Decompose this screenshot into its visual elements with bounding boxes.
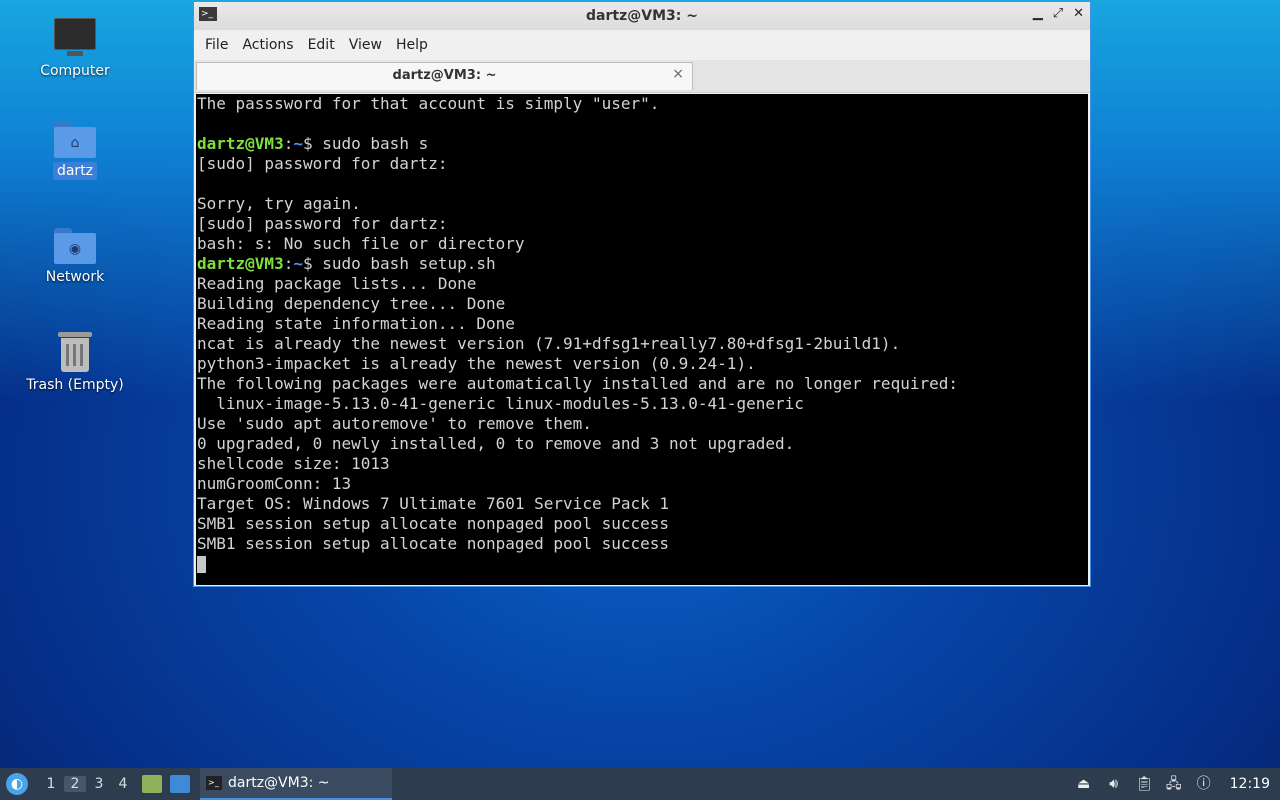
- terminal-line: linux-image-5.13.0-41-generic linux-modu…: [197, 394, 804, 413]
- menubar: File Actions Edit View Help: [194, 30, 1090, 60]
- menu-edit[interactable]: Edit: [301, 37, 342, 53]
- clipboard-icon[interactable]: 📋︎: [1136, 776, 1154, 792]
- update-notifier-icon[interactable]: ⓘ: [1196, 776, 1212, 792]
- terminal-line: python3-impacket is already the newest v…: [197, 354, 756, 373]
- command-text: $ sudo bash s: [302, 134, 429, 153]
- terminal-line: Reading state information... Done: [197, 314, 515, 333]
- desktop-icon-trash[interactable]: Trash (Empty): [20, 332, 130, 394]
- task-label: dartz@VM3: ~: [228, 775, 330, 791]
- eject-icon[interactable]: ⏏: [1076, 776, 1092, 792]
- desktop-icon-home[interactable]: ⌂ dartz: [20, 122, 130, 180]
- terminal-line: dartz@VM3:~$ sudo bash setup.sh: [196, 254, 1088, 274]
- terminal-line: Sorry, try again.: [197, 194, 361, 213]
- prompt-separator: :: [283, 134, 294, 153]
- prompt-path: ~: [293, 254, 303, 273]
- taskbar: ◐ 1 2 3 4 >_ dartz@VM3: ~ ⏏ 🔊︎ 📋︎ 🖧 ⓘ 12…: [0, 768, 1280, 800]
- prompt-user: dartz@VM3: [197, 134, 284, 153]
- terminal-task-icon: >_: [206, 776, 222, 790]
- tab-close-icon[interactable]: ×: [672, 66, 684, 82]
- terminal-line: Use 'sudo apt autoremove' to remove them…: [197, 414, 592, 433]
- prompt-separator: :: [283, 254, 294, 273]
- terminal-line: Building dependency tree... Done: [197, 294, 506, 313]
- network-icon[interactable]: 🖧: [1166, 776, 1182, 792]
- terminal-line: [sudo] password for dartz:: [197, 154, 448, 173]
- home-folder-icon: ⌂: [54, 122, 96, 158]
- window-title: dartz@VM3: ~: [586, 8, 698, 24]
- terminal-line: Reading package lists... Done: [197, 274, 477, 293]
- computer-icon: [54, 18, 96, 56]
- taskbar-task-terminal[interactable]: >_ dartz@VM3: ~: [200, 768, 392, 800]
- workspace-1[interactable]: 1: [40, 776, 62, 792]
- tab-label: dartz@VM3: ~: [392, 68, 497, 83]
- desktop-icon-label: Trash (Empty): [26, 377, 124, 393]
- minimize-button[interactable]: ▁: [1033, 6, 1043, 21]
- desktop-icon-label: dartz: [52, 162, 98, 180]
- desktop-icon-network[interactable]: ◉ Network: [20, 228, 130, 286]
- terminal-line: The following packages were automaticall…: [197, 374, 958, 393]
- terminal-line: dartz@VM3:~$ sudo bash s: [196, 134, 1088, 154]
- terminal-cursor: [197, 556, 206, 573]
- start-menu-icon[interactable]: ◐: [6, 773, 28, 795]
- terminal-line: SMB1 session setup allocate nonpaged poo…: [197, 514, 670, 533]
- workspace-3[interactable]: 3: [88, 776, 110, 792]
- terminal-app-icon[interactable]: >_: [199, 7, 217, 21]
- menu-actions[interactable]: Actions: [235, 37, 300, 53]
- terminal-input-line[interactable]: [196, 554, 1088, 574]
- desktop-icon-computer[interactable]: Computer: [20, 18, 130, 80]
- menu-help[interactable]: Help: [389, 37, 435, 53]
- workspace-4[interactable]: 4: [112, 776, 134, 792]
- clock[interactable]: 12:19: [1230, 776, 1270, 792]
- show-desktop-icon[interactable]: [170, 775, 190, 793]
- network-folder-icon: ◉: [54, 228, 96, 264]
- terminal-line: ncat is already the newest version (7.91…: [197, 334, 901, 353]
- menu-file[interactable]: File: [198, 37, 235, 53]
- menu-view[interactable]: View: [342, 37, 389, 53]
- system-tray: ⏏ 🔊︎ 📋︎ 🖧 ⓘ 12:19: [1076, 776, 1280, 792]
- terminal-line: shellcode size: 1013: [197, 454, 390, 473]
- desktop-icon-label: Computer: [40, 63, 110, 79]
- workspace-2[interactable]: 2: [64, 776, 86, 792]
- command-text: $ sudo bash setup.sh: [302, 254, 496, 273]
- volume-icon[interactable]: 🔊︎: [1106, 776, 1122, 792]
- close-button[interactable]: ✕: [1073, 6, 1084, 21]
- terminal-line: numGroomConn: 13: [197, 474, 352, 493]
- terminal-line: Target OS: Windows 7 Ultimate 7601 Servi…: [197, 494, 670, 513]
- tab-terminal[interactable]: dartz@VM3: ~ ×: [196, 62, 693, 90]
- desktop-icon-label: Network: [45, 269, 105, 285]
- terminal-line: 0 upgraded, 0 newly installed, 0 to remo…: [197, 434, 795, 453]
- terminal-line: [sudo] password for dartz:: [197, 214, 448, 233]
- prompt-user: dartz@VM3: [197, 254, 284, 273]
- trash-icon: [58, 332, 92, 372]
- terminal-output[interactable]: The passsword for that account is simply…: [196, 94, 1088, 585]
- terminal-line: bash: s: No such file or directory: [197, 234, 525, 253]
- window-titlebar[interactable]: >_ dartz@VM3: ~ ▁ ⤢ ✕: [194, 2, 1090, 30]
- file-manager-icon[interactable]: [142, 775, 162, 793]
- terminal-line: SMB1 session setup allocate nonpaged poo…: [197, 534, 670, 553]
- prompt-path: ~: [293, 134, 303, 153]
- tab-bar: dartz@VM3: ~ ×: [194, 60, 1090, 93]
- terminal-window: >_ dartz@VM3: ~ ▁ ⤢ ✕ File Actions Edit …: [193, 1, 1091, 587]
- terminal-line: The passsword for that account is simply…: [197, 94, 660, 113]
- maximize-button[interactable]: ⤢: [1053, 6, 1063, 21]
